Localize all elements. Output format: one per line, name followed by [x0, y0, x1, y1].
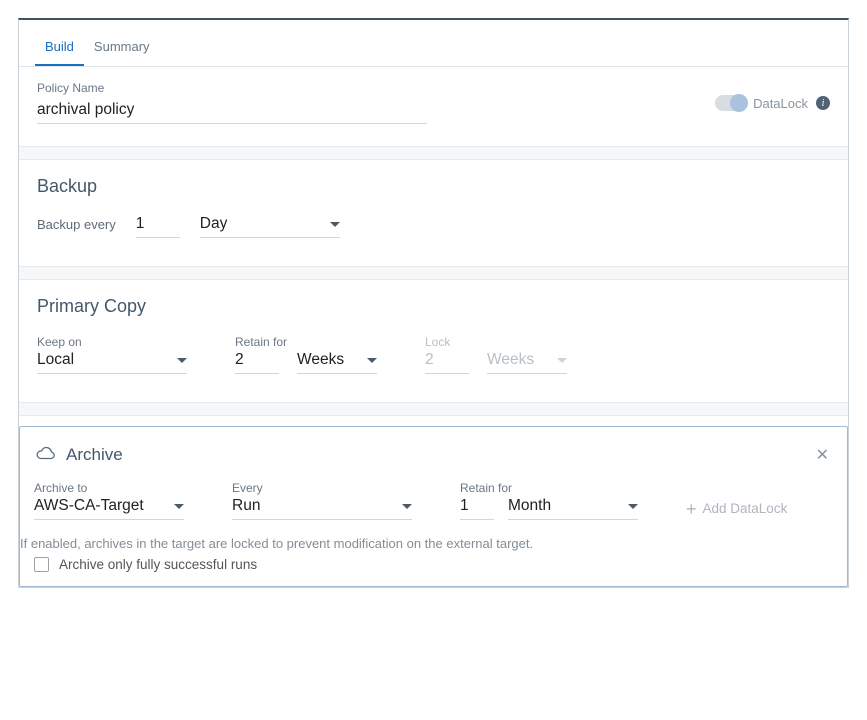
- primary-copy-section: Primary Copy Keep on Local Retain for We…: [19, 280, 848, 402]
- backup-section: Backup Backup every Day: [19, 160, 848, 266]
- chevron-down-icon: [174, 504, 184, 509]
- archive-retain-label: Retain for: [460, 481, 638, 495]
- archive-title: Archive: [66, 445, 123, 465]
- lock-unit-value: Weeks: [487, 351, 534, 369]
- policy-name-section: Policy Name DataLock i: [19, 67, 848, 146]
- datalock-toggle[interactable]: [715, 95, 745, 111]
- info-icon[interactable]: i: [816, 96, 830, 110]
- tab-bar: Build Summary: [19, 20, 848, 67]
- chevron-down-icon: [557, 358, 567, 363]
- retain-value-input[interactable]: [235, 351, 279, 374]
- plus-icon: +: [686, 502, 697, 516]
- retain-unit-select[interactable]: Weeks: [297, 351, 377, 374]
- keep-on-label: Keep on: [37, 335, 187, 349]
- lock-unit-select: Weeks: [487, 351, 567, 374]
- archive-every-label: Every: [232, 481, 412, 495]
- backup-unit-value: Day: [200, 215, 228, 233]
- datalock-label: DataLock: [753, 96, 808, 111]
- cloud-icon: [34, 445, 56, 466]
- archive-hint: If enabled, archives in the target are l…: [20, 536, 833, 551]
- chevron-down-icon: [628, 504, 638, 509]
- archive-to-select[interactable]: AWS-CA-Target: [34, 497, 184, 520]
- add-datalock-button[interactable]: + Add DataLock: [686, 501, 787, 520]
- policy-form: Build Summary Policy Name DataLock i Bac…: [18, 18, 849, 588]
- retain-for-label: Retain for: [235, 335, 377, 349]
- backup-every-label: Backup every: [37, 217, 116, 238]
- archive-only-success-checkbox[interactable]: Archive only fully successful runs: [34, 557, 833, 572]
- chevron-down-icon: [330, 222, 340, 227]
- archive-panel: Archive ✕ Archive to AWS-CA-Target Every…: [19, 426, 848, 587]
- chevron-down-icon: [367, 358, 377, 363]
- archive-to-label: Archive to: [34, 481, 184, 495]
- policy-name-input[interactable]: [37, 97, 427, 124]
- chevron-down-icon: [402, 504, 412, 509]
- add-datalock-label: Add DataLock: [703, 501, 788, 516]
- backup-every-value[interactable]: [136, 215, 180, 238]
- archive-retain-unit-select[interactable]: Month: [508, 497, 638, 520]
- chevron-down-icon: [177, 358, 187, 363]
- keep-on-select[interactable]: Local: [37, 351, 187, 374]
- archive-every-value: Run: [232, 497, 260, 515]
- archive-to-value: AWS-CA-Target: [34, 497, 144, 515]
- archive-every-select[interactable]: Run: [232, 497, 412, 520]
- backup-title: Backup: [37, 176, 830, 197]
- tab-summary[interactable]: Summary: [84, 26, 160, 66]
- lock-value-input: [425, 351, 469, 374]
- archive-retain-value[interactable]: [460, 497, 494, 520]
- backup-unit-select[interactable]: Day: [200, 215, 340, 238]
- keep-on-value: Local: [37, 351, 74, 369]
- lock-label: Lock: [425, 335, 567, 349]
- retain-unit-value: Weeks: [297, 351, 344, 369]
- close-icon[interactable]: ✕: [812, 443, 833, 467]
- checkbox-icon: [34, 557, 49, 572]
- archive-only-success-label: Archive only fully successful runs: [59, 557, 257, 572]
- archive-retain-unit-value: Month: [508, 497, 551, 515]
- policy-name-label: Policy Name: [37, 81, 427, 95]
- primary-copy-title: Primary Copy: [37, 296, 830, 317]
- tab-build[interactable]: Build: [35, 26, 84, 66]
